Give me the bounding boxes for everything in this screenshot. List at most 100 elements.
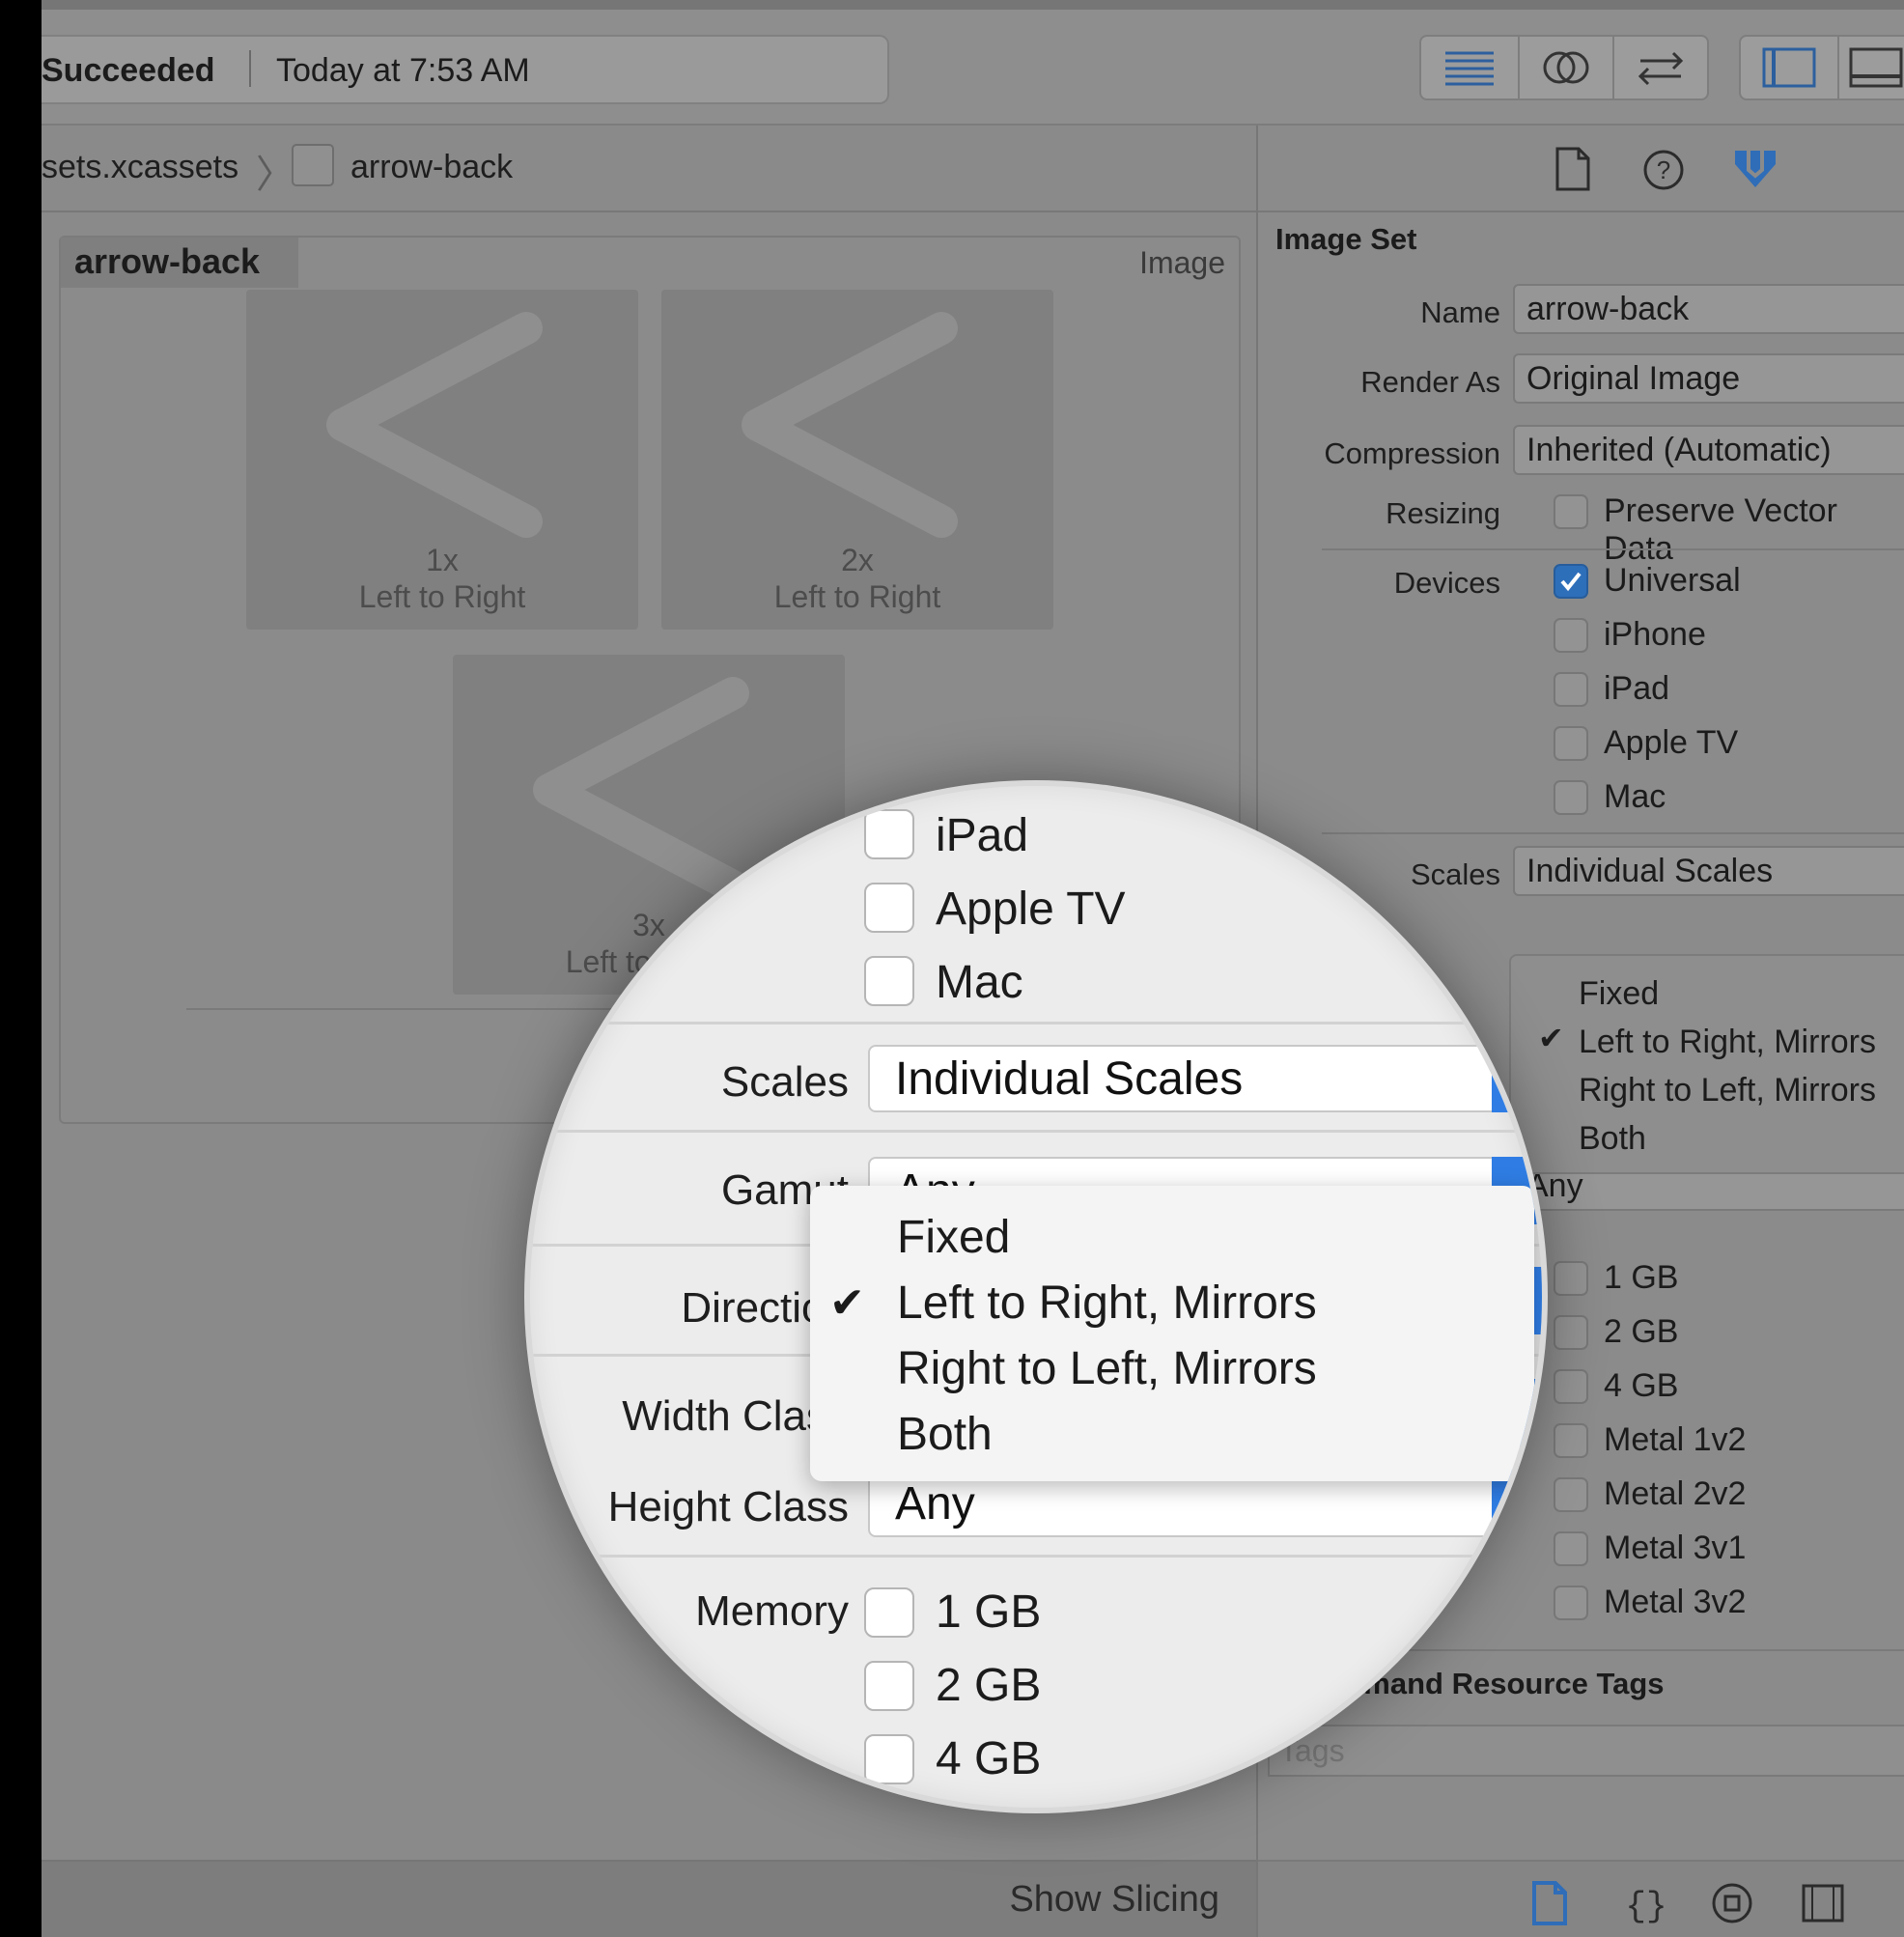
breadcrumb-catalog[interactable]: sets.xcassets: [42, 149, 238, 186]
jump-bar: sets.xcassets 〉 arrow-back: [42, 126, 1256, 212]
preserve-vector-label: Preserve Vector Data: [1604, 492, 1837, 567]
direction-check-icon: ✔: [1538, 1021, 1564, 1055]
device-mac-label: Mac: [1604, 778, 1666, 815]
render-as-popup[interactable]: Original Image: [1513, 353, 1904, 404]
magnifier-lens: iPad Apple TV Mac Scales Individual Scal…: [524, 780, 1548, 1813]
direction-menu-item[interactable]: Fixed: [1579, 975, 1659, 1013]
direction-menu-background: Fixed ✔ Left to Right, Mirrors Right to …: [1509, 954, 1904, 1174]
media-library-icon[interactable]: [1801, 1883, 1845, 1923]
image-well-1x[interactable]: 1x Left to Right: [246, 290, 638, 630]
direction-menu-item[interactable]: Left to Right, Mirrors: [1579, 1024, 1876, 1061]
assistant-editor-button[interactable]: [1518, 35, 1614, 100]
navigator-toggle-icon: [1762, 47, 1816, 88]
code-snippet-icon[interactable]: {}: [1625, 1883, 1667, 1923]
attributes-inspector-icon[interactable]: [1731, 143, 1779, 191]
device-appletv-label: Apple TV: [1604, 724, 1739, 761]
mag-gamut-label: Gamut: [720, 1166, 849, 1214]
mag-divider-1: [530, 1022, 1542, 1025]
arrow-back-icon: [742, 312, 958, 538]
tags-field[interactable]: [1268, 1725, 1904, 1777]
image-well-2x[interactable]: 2x Left to Right: [661, 290, 1053, 630]
metal-1v2-label: Metal 1v2: [1604, 1421, 1747, 1458]
object-library-icon[interactable]: [1710, 1881, 1754, 1925]
navigator-toggle-button[interactable]: [1739, 35, 1839, 100]
debug-area-toggle-button[interactable]: [1837, 35, 1904, 100]
file-inspector-icon[interactable]: [1554, 147, 1592, 191]
mag-memory-2gb-checkbox[interactable]: [864, 1661, 914, 1711]
svg-text:?: ?: [1657, 155, 1670, 184]
mag-ipad-label: iPad: [936, 810, 1029, 861]
metal-2v2-checkbox[interactable]: [1554, 1477, 1588, 1512]
title-bar-trim: [42, 0, 1904, 10]
memory-2gb-label: 2 GB: [1604, 1313, 1679, 1350]
image-set-icon: [292, 144, 334, 186]
device-universal-checkbox[interactable]: [1554, 564, 1588, 599]
assistant-editor-icon: [1543, 51, 1589, 84]
compression-popup[interactable]: Inherited (Automatic): [1513, 425, 1904, 475]
inspector-tabs: ?: [1258, 126, 1904, 212]
device-iphone-checkbox[interactable]: [1554, 618, 1588, 653]
debug-area-toggle-icon: [1849, 47, 1903, 88]
device-ipad-checkbox[interactable]: [1554, 672, 1588, 707]
mag-appletv-label: Apple TV: [936, 884, 1126, 935]
quick-help-icon[interactable]: ?: [1642, 149, 1685, 191]
scales-popup[interactable]: Individual Scales: [1513, 846, 1904, 896]
device-appletv-checkbox[interactable]: [1554, 726, 1588, 761]
library-tabs: {}: [1258, 1860, 1904, 1937]
image-set-section-title: Image Set: [1275, 222, 1417, 256]
memory-1gb-checkbox[interactable]: [1554, 1261, 1588, 1296]
breadcrumb-chevron-icon: 〉: [256, 154, 294, 196]
metal-3v2-checkbox[interactable]: [1554, 1586, 1588, 1620]
name-field[interactable]: arrow-back: [1513, 284, 1904, 334]
metal-3v1-checkbox[interactable]: [1554, 1531, 1588, 1566]
xcode-window: Succeeded Today at 7:53 AM sets.xcassets…: [42, 0, 1904, 1937]
checkmark-icon: [1560, 572, 1582, 592]
version-editor-button[interactable]: [1612, 35, 1709, 100]
mag-memory-1gb-label: 1 GB: [936, 1586, 1042, 1638]
mag-menu-item[interactable]: Left to Right, Mirrors: [897, 1277, 1317, 1330]
version-editor-icon: [1638, 51, 1684, 86]
metal-1v2-checkbox[interactable]: [1554, 1423, 1588, 1458]
preserve-vector-checkbox[interactable]: [1554, 494, 1588, 529]
mag-direction-label: Direction: [681, 1284, 849, 1332]
image-set-type: Image: [1139, 245, 1225, 280]
toolbar: Succeeded Today at 7:53 AM: [42, 0, 1904, 126]
mag-scales-stepper-icon[interactable]: [1492, 1045, 1542, 1112]
name-label: Name: [1420, 295, 1500, 329]
mag-appletv-checkbox[interactable]: [864, 883, 914, 933]
mag-memory-1gb-checkbox[interactable]: [864, 1587, 914, 1638]
mag-menu-check-icon: ✔: [829, 1279, 865, 1327]
activity-view: Succeeded Today at 7:53 AM: [42, 35, 889, 104]
mag-menu-item[interactable]: Right to Left, Mirrors: [897, 1342, 1317, 1395]
build-time: Today at 7:53 AM: [276, 52, 530, 89]
mag-scales-popup[interactable]: Individual Scales: [868, 1045, 1542, 1112]
editor-footer: Show Slicing: [42, 1860, 1256, 1937]
memory-4gb-checkbox[interactable]: [1554, 1369, 1588, 1404]
file-template-icon[interactable]: [1530, 1881, 1569, 1925]
build-status: Succeeded: [42, 52, 215, 89]
activity-divider: [249, 50, 251, 87]
mag-mac-checkbox[interactable]: [864, 956, 914, 1006]
mag-ipad-checkbox[interactable]: [864, 809, 914, 859]
device-mac-checkbox[interactable]: [1554, 780, 1588, 815]
device-iphone-label: iPhone: [1604, 616, 1706, 653]
breadcrumb-asset[interactable]: arrow-back: [350, 149, 513, 186]
mag-height-class-label: Height Class: [607, 1483, 849, 1530]
show-slicing-button[interactable]: Show Slicing: [1009, 1879, 1219, 1921]
mag-divider-5: [530, 1555, 1542, 1558]
standard-editor-button[interactable]: [1419, 35, 1520, 100]
direction-menu-item[interactable]: Both: [1579, 1120, 1646, 1158]
svg-text:{}: {}: [1625, 1887, 1666, 1923]
memory-2gb-checkbox[interactable]: [1554, 1315, 1588, 1350]
metal-2v2-label: Metal 2v2: [1604, 1475, 1747, 1512]
mag-divider-2: [530, 1130, 1542, 1133]
mag-memory-4gb-checkbox[interactable]: [864, 1734, 914, 1784]
mag-memory-2gb-label: 2 GB: [936, 1660, 1042, 1711]
inspector-divider-2: [1322, 832, 1904, 834]
direction-menu-item[interactable]: Right to Left, Mirrors: [1579, 1072, 1876, 1109]
standard-editor-icon: [1445, 51, 1494, 86]
mag-scales-label: Scales: [720, 1058, 849, 1106]
well-direction-label: Left to Right: [358, 579, 526, 614]
mag-menu-item[interactable]: Both: [897, 1408, 993, 1461]
mag-menu-item[interactable]: Fixed: [897, 1211, 1010, 1264]
